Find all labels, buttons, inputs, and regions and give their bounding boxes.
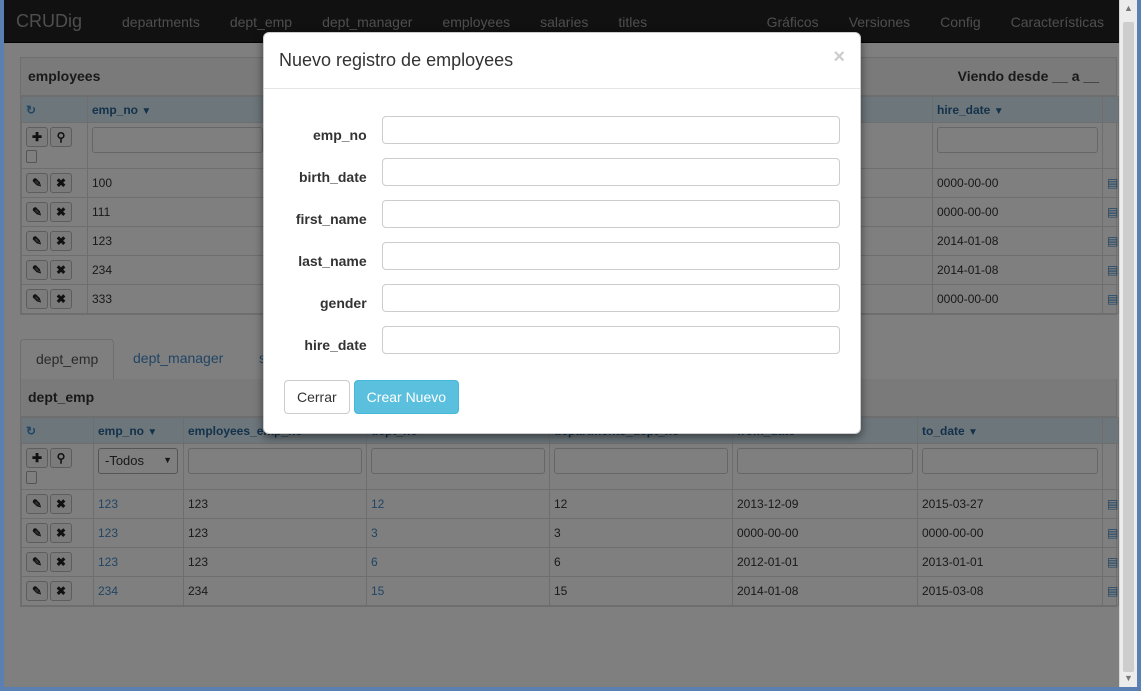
- field-label: first_name: [295, 211, 367, 227]
- field-label: birth_date: [298, 169, 367, 185]
- first-name-field[interactable]: [381, 200, 840, 228]
- field-label: gender: [319, 295, 367, 311]
- field-label: emp_no: [312, 127, 367, 143]
- birth-date-field[interactable]: [381, 158, 840, 186]
- form-row-emp-no: emp_no: [279, 109, 840, 151]
- modal-title: Nuevo registro de employees: [279, 50, 514, 70]
- modal-body: emp_no birth_date first_name last_name g…: [264, 89, 860, 361]
- field-label: last_name: [298, 253, 367, 269]
- emp-no-field[interactable]: [381, 116, 840, 144]
- form-row-hire-date: hire_date: [279, 319, 840, 361]
- scroll-down-icon[interactable]: ▼: [1120, 670, 1137, 687]
- scrollbar-thumb[interactable]: [1123, 22, 1134, 672]
- create-new-button[interactable]: Crear Nuevo: [353, 380, 460, 414]
- new-record-modal: Nuevo registro de employees × emp_no bir…: [263, 32, 861, 434]
- close-button[interactable]: Cerrar: [284, 380, 350, 414]
- field-label: hire_date: [304, 337, 367, 353]
- hire-date-field[interactable]: [381, 326, 840, 354]
- form-row-birth-date: birth_date: [279, 151, 840, 193]
- close-icon[interactable]: ×: [833, 46, 845, 69]
- form-row-first-name: first_name: [279, 193, 840, 235]
- vertical-scrollbar[interactable]: ▲ ▼: [1119, 0, 1137, 687]
- modal-footer: Cerrar Crear Nuevo: [284, 380, 460, 414]
- scroll-up-icon[interactable]: ▲: [1120, 0, 1137, 17]
- gender-field[interactable]: [381, 284, 840, 312]
- form-row-gender: gender: [279, 277, 840, 319]
- last-name-field[interactable]: [381, 242, 840, 270]
- form-row-last-name: last_name: [279, 235, 840, 277]
- modal-header: Nuevo registro de employees ×: [264, 33, 860, 89]
